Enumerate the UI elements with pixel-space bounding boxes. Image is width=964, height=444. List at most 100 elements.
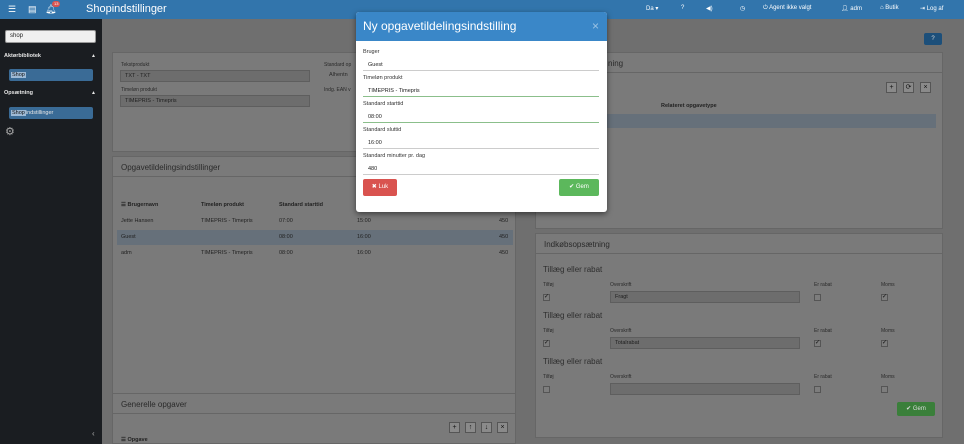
col-moms: Moms: [881, 374, 895, 380]
save-button[interactable]: ✔ Gem: [559, 179, 599, 196]
col-brugernavn[interactable]: ☰ Brugernavn: [121, 202, 158, 208]
collapse-icon[interactable]: ‹: [92, 429, 95, 438]
col-overskrift: Overskrift: [610, 282, 632, 288]
menu-icon[interactable]: ☰: [8, 4, 16, 15]
help-icon[interactable]: ?: [681, 5, 684, 11]
cell-product: TIMEPRIS - Timepris: [201, 218, 253, 224]
cell-user[interactable]: adm: [121, 250, 132, 256]
moms-checkbox[interactable]: ✓: [881, 294, 888, 301]
purchase-setup-title: Indkøbsopsætning: [536, 234, 942, 254]
bruger-select[interactable]: Guest: [363, 59, 599, 71]
table-row-selected[interactable]: [602, 114, 936, 128]
sluttid-input[interactable]: 16:00: [363, 137, 599, 149]
minutes-label: Standard minutter pr. dag: [363, 153, 426, 159]
add-button[interactable]: +: [886, 82, 897, 93]
timelon-label: Timeløn produkt: [121, 87, 157, 93]
table-row-selected[interactable]: [117, 230, 513, 245]
tekstprodukt-select[interactable]: TXT - TXT: [120, 70, 310, 82]
timelon-select[interactable]: TIMEPRIS - Timepris: [120, 95, 310, 107]
user-menu[interactable]: 👤︎ adm: [841, 5, 862, 12]
overskrift-input[interactable]: Fragt: [610, 291, 800, 303]
cell-product: TIMEPRIS - Timepris: [201, 250, 253, 256]
page-title: Shopindstillinger: [86, 3, 167, 15]
generic-tasks-panel: Generelle opgaver + ↑ ↓ × ☰ Opgave: [112, 393, 516, 444]
help-button[interactable]: ?: [924, 33, 942, 45]
rabat-checkbox[interactable]: ✓: [814, 340, 821, 347]
rabat-checkbox[interactable]: [814, 386, 821, 393]
cell-start: 08:00: [279, 234, 293, 240]
tilfoj-checkbox[interactable]: ✓: [543, 294, 550, 301]
overskrift-input[interactable]: Totalrabat: [610, 337, 800, 349]
col-tilfoj: Tilføj: [543, 374, 554, 380]
sidebar-section-actors[interactable]: Aktørbibliotek ▲: [4, 53, 96, 59]
close-icon[interactable]: ×: [592, 19, 599, 33]
col-starttid[interactable]: Standard starttid: [279, 202, 323, 208]
col-overskrift: Overskrift: [610, 328, 632, 334]
sidebar-item-shop[interactable]: Shop: [9, 69, 93, 81]
cell-end: 16:00: [357, 250, 371, 256]
refresh-button[interactable]: ⟳: [903, 82, 914, 93]
col-rabat: Er rabat: [814, 282, 832, 288]
tilfoj-checkbox[interactable]: [543, 386, 550, 393]
cell-user[interactable]: Jette Hansen: [121, 218, 153, 224]
tekstprodukt-label: Tekstprodukt: [121, 62, 150, 68]
sluttid-label: Standard sluttid: [363, 127, 402, 133]
standard-label: Standard op: [324, 62, 352, 68]
close-button[interactable]: ✖ Luk: [363, 179, 397, 196]
gear-icon[interactable]: ⚙: [5, 125, 15, 138]
new-task-setting-modal: Ny opgavetildelingsindstilling × Bruger …: [356, 12, 607, 212]
clock-icon[interactable]: ◷: [740, 5, 745, 12]
delete-button[interactable]: ×: [920, 82, 931, 93]
agent-selector[interactable]: ⏻ Agent ikke valgt: [763, 5, 811, 12]
sidebar-item-shop-settings[interactable]: Shopindstillinger: [9, 107, 93, 119]
standard-value[interactable]: Alhentn: [329, 72, 348, 78]
cell-end: 16:00: [357, 234, 371, 240]
col-rabat: Er rabat: [814, 328, 832, 334]
list-icon[interactable]: ▤: [28, 4, 37, 15]
generic-tasks-title: Generelle opgaver: [113, 394, 515, 414]
purchase-save-button[interactable]: ✔ Gem: [897, 402, 935, 416]
col-overskrift: Overskrift: [610, 374, 632, 380]
shop-settings-panel: Tekstprodukt TXT - TXT Timeløn produkt T…: [112, 52, 362, 152]
moms-checkbox[interactable]: [881, 386, 888, 393]
cell-minutes: 450: [499, 218, 509, 224]
moms-checkbox[interactable]: ✓: [881, 340, 888, 347]
language-select[interactable]: Da ▾: [646, 5, 658, 12]
move-up-button[interactable]: ↑: [465, 422, 476, 433]
shop-link[interactable]: ⌂ Butik: [880, 5, 899, 11]
logout-link[interactable]: ⇥ Log af: [920, 5, 943, 12]
purchase-setup-panel: Indkøbsopsætning Tillæg eller rabat Tilf…: [535, 233, 943, 438]
modal-title: Ny opgavetildelingsindstilling: [363, 19, 517, 33]
cell-start: 07:00: [279, 218, 293, 224]
move-down-button[interactable]: ↓: [481, 422, 492, 433]
col-moms: Moms: [881, 328, 895, 334]
chevron-up-icon: ▲: [91, 53, 96, 59]
delete-button[interactable]: ×: [497, 422, 508, 433]
ean-label: Indg. EAN v: [324, 87, 351, 93]
col-related-type[interactable]: Relateret opgavetype: [661, 103, 717, 109]
cell-user[interactable]: Guest: [121, 234, 136, 240]
cell-minutes: 450: [499, 234, 509, 240]
timelon-label: Timeløn produkt: [363, 75, 403, 81]
speaker-icon[interactable]: ◀︎): [706, 5, 713, 12]
rabat-checkbox[interactable]: [814, 294, 821, 301]
col-opgave[interactable]: ☰ Opgave: [121, 437, 148, 443]
starttid-input[interactable]: 08:00: [363, 111, 599, 123]
col-rabat: Er rabat: [814, 374, 832, 380]
col-tilfoj: Tilføj: [543, 328, 554, 334]
tilfoj-checkbox[interactable]: ✓: [543, 340, 550, 347]
search-input[interactable]: shop: [5, 30, 96, 43]
chevron-up-icon: ▲: [91, 90, 96, 96]
timelon-select[interactable]: TIMEPRIS - Timepris: [363, 85, 599, 97]
overskrift-input[interactable]: [610, 383, 800, 395]
col-timelon[interactable]: Timeløn produkt: [201, 202, 244, 208]
sidebar-section-setup[interactable]: Opsætning ▲: [4, 90, 96, 96]
col-moms: Moms: [881, 282, 895, 288]
add-button[interactable]: +: [449, 422, 460, 433]
bruger-label: Bruger: [363, 49, 380, 55]
minutes-input[interactable]: 480: [363, 163, 599, 175]
sidebar: shop Aktørbibliotek ▲ Shop Opsætning ▲ Sho…: [0, 19, 102, 444]
modal-header: Ny opgavetildelingsindstilling ×: [356, 12, 607, 41]
group-title: Tillæg eller rabat: [543, 311, 603, 320]
cell-minutes: 450: [499, 250, 509, 256]
